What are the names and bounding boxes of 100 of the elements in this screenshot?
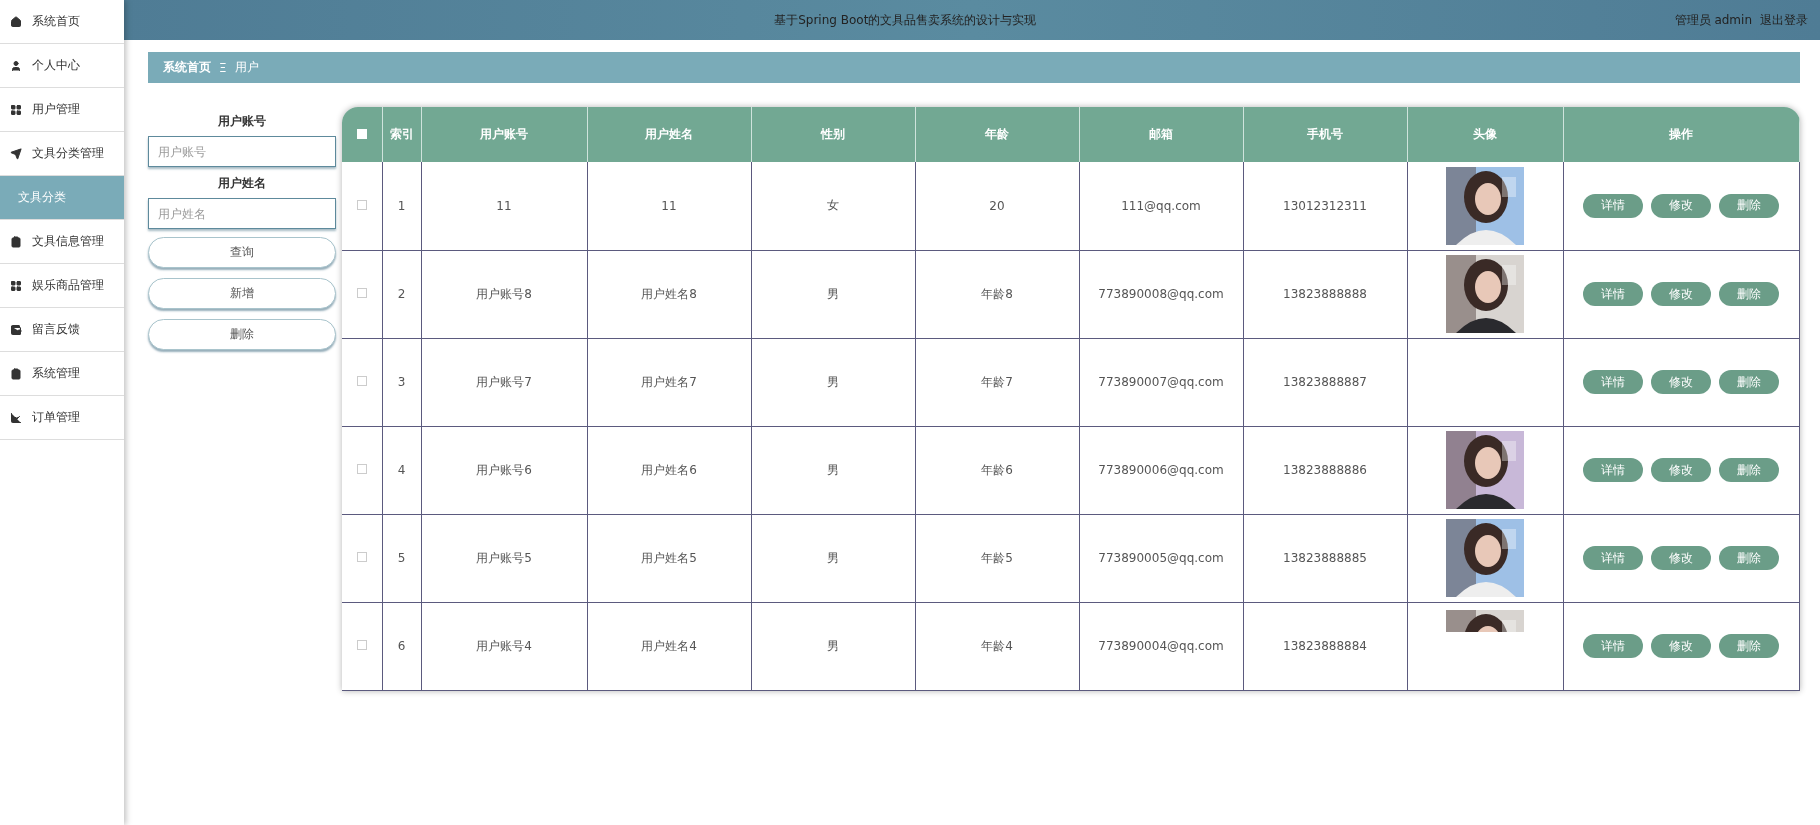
- action-button[interactable]: 修改: [1651, 634, 1712, 658]
- action-button[interactable]: 删除: [1719, 282, 1780, 306]
- menu-icon: [10, 59, 22, 72]
- table-cell: 年龄8: [915, 250, 1079, 338]
- table-cell: 773890007@qq.com: [1079, 338, 1243, 426]
- app-title: 基于Spring Boot的文具品售卖系统的设计与实现: [773, 11, 1038, 29]
- table-cell: 773890008@qq.com: [1079, 250, 1243, 338]
- column-header: 手机号: [1243, 107, 1407, 162]
- table-cell: 5: [382, 514, 421, 602]
- sidebar-item[interactable]: 订单管理: [0, 396, 124, 440]
- table-cell: 年龄7: [915, 338, 1079, 426]
- sidebar-item[interactable]: 文具分类管理: [0, 132, 124, 176]
- column-header: 性别: [751, 107, 915, 162]
- row-checkbox[interactable]: [356, 288, 367, 298]
- table-cell: 773890006@qq.com: [1079, 426, 1243, 514]
- table-cell: 13012312311: [1243, 162, 1407, 250]
- sidebar-subitem[interactable]: 文具分类: [0, 176, 124, 220]
- table-cell: 13823888886: [1243, 426, 1407, 514]
- table-cell: 4: [382, 426, 421, 514]
- sidebar-item[interactable]: 系统首页: [0, 0, 124, 44]
- table-cell: 13823888884: [1243, 602, 1407, 690]
- action-button[interactable]: 修改: [1651, 458, 1712, 482]
- action-button[interactable]: 修改: [1651, 193, 1712, 218]
- action-button[interactable]: 详情: [1583, 370, 1644, 394]
- menu-icon: [10, 235, 22, 248]
- action-button[interactable]: 详情: [1583, 634, 1644, 658]
- table-cell: 13823888888: [1243, 250, 1407, 338]
- column-header: 用户账号: [421, 107, 587, 162]
- menu-icon: [10, 147, 22, 160]
- column-header: 头像: [1407, 107, 1563, 162]
- table-cell: 男: [751, 514, 915, 602]
- table-cell: 年龄4: [915, 602, 1079, 690]
- action-button[interactable]: 删除: [1719, 634, 1780, 658]
- table-cell: 6: [382, 602, 421, 690]
- table-cell: 用户姓名8: [587, 250, 751, 338]
- action-button[interactable]: 详情: [1583, 282, 1644, 306]
- field-label: 用户账号: [218, 113, 266, 130]
- breadcrumb-separator: Ξ: [219, 60, 227, 75]
- action-button[interactable]: 删除: [1719, 370, 1780, 394]
- table-cell: 2: [382, 250, 421, 338]
- field-label: 用户姓名: [218, 175, 266, 192]
- sidebar-item[interactable]: 留言反馈: [0, 308, 124, 352]
- sidebar-item[interactable]: 系统管理: [0, 352, 124, 396]
- table-cell: 用户账号4: [421, 602, 587, 690]
- row-checkbox[interactable]: [356, 552, 367, 562]
- table-cell: 13823888887: [1243, 338, 1407, 426]
- table-cell: 用户姓名4: [587, 602, 751, 690]
- row-checkbox[interactable]: [356, 640, 367, 650]
- menu-icon: [10, 411, 22, 424]
- table-cell: 男: [751, 426, 915, 514]
- action-button[interactable]: 修改: [1651, 370, 1712, 394]
- filter-button[interactable]: 查询: [148, 237, 336, 268]
- menu-icon: [10, 279, 22, 292]
- menu-icon: [10, 367, 22, 380]
- action-button[interactable]: 删除: [1719, 458, 1780, 482]
- table-cell: 11: [421, 162, 587, 250]
- table-cell: 用户账号7: [421, 338, 587, 426]
- breadcrumb-home[interactable]: 系统首页: [163, 59, 211, 76]
- input-field[interactable]: 用户账号: [148, 136, 336, 167]
- table-cell: 20: [915, 162, 1079, 250]
- action-button[interactable]: 详情: [1583, 546, 1644, 570]
- column-header: 年龄: [915, 107, 1079, 162]
- table-cell: 773890004@qq.com: [1079, 602, 1243, 690]
- row-checkbox[interactable]: [356, 376, 367, 386]
- logout-link[interactable]: 退出登录: [1760, 11, 1808, 29]
- row-checkbox[interactable]: [356, 464, 367, 474]
- input-field[interactable]: 用户姓名: [148, 198, 336, 229]
- action-button[interactable]: 详情: [1583, 458, 1644, 482]
- table-cell: 773890005@qq.com: [1079, 514, 1243, 602]
- action-button[interactable]: 删除: [1719, 193, 1780, 218]
- menu-icon: [10, 15, 22, 28]
- column-header: 索引: [382, 107, 421, 162]
- action-button[interactable]: 删除: [1719, 546, 1780, 570]
- table-cell: 用户账号6: [421, 426, 587, 514]
- table-cell: 用户姓名5: [587, 514, 751, 602]
- column-header: 邮箱: [1079, 107, 1243, 162]
- table-cell: 男: [751, 250, 915, 338]
- table-cell: 用户姓名6: [587, 426, 751, 514]
- menu-icon: [10, 103, 22, 116]
- table-cell: 用户账号8: [421, 250, 587, 338]
- table-cell: 13823888885: [1243, 514, 1407, 602]
- sidebar-item[interactable]: 用户管理: [0, 88, 124, 132]
- row-checkbox[interactable]: [356, 199, 367, 210]
- table-cell: 年龄5: [915, 514, 1079, 602]
- table-cell: 女: [751, 162, 915, 250]
- filter-button[interactable]: 新增: [148, 278, 336, 309]
- sidebar-item[interactable]: 娱乐商品管理: [0, 264, 124, 308]
- action-button[interactable]: 修改: [1651, 282, 1712, 306]
- table-cell: 11: [587, 162, 751, 250]
- table-cell: 1: [382, 162, 421, 250]
- table-cell: 年龄6: [915, 426, 1079, 514]
- sidebar-item[interactable]: 个人中心: [0, 44, 124, 88]
- filter-button[interactable]: 删除: [148, 319, 336, 350]
- sidebar-item[interactable]: 文具信息管理: [0, 220, 124, 264]
- action-button[interactable]: 修改: [1651, 546, 1712, 570]
- column-header: 操作: [1563, 107, 1800, 162]
- table-cell: 用户账号5: [421, 514, 587, 602]
- select-all-checkbox[interactable]: [356, 128, 367, 139]
- table-cell: 3: [382, 338, 421, 426]
- action-button[interactable]: 详情: [1583, 193, 1644, 218]
